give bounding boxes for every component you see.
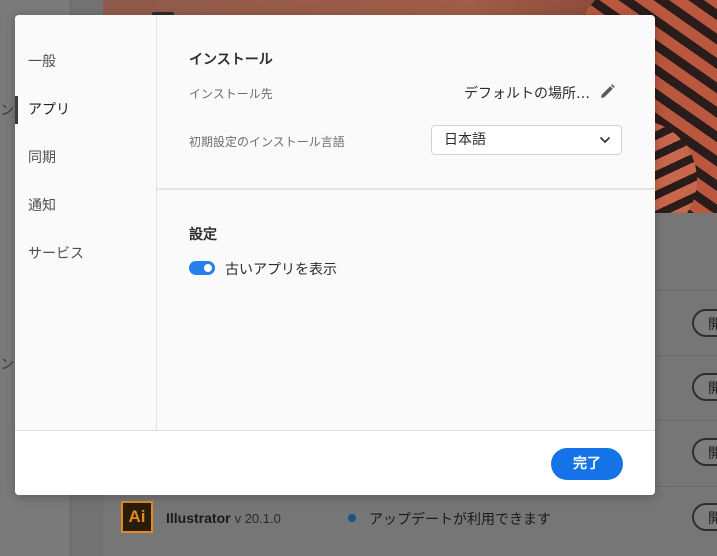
bg-side-text: ン: [0, 103, 14, 119]
bg-open-button: 開: [692, 438, 717, 466]
illustrator-app-icon: Ai: [121, 501, 153, 533]
bg-open-button: 開: [692, 503, 717, 531]
done-button[interactable]: 完了: [551, 448, 623, 480]
install-section-title: インストール: [189, 52, 273, 68]
chevron-down-icon: [599, 136, 611, 144]
dialog-footer: 完了: [15, 430, 655, 495]
install-location-label: インストール先: [189, 87, 273, 101]
sidebar-item-notifications[interactable]: 通知: [15, 189, 156, 223]
settings-section-title: 設定: [189, 227, 217, 243]
bg-app-name-text: Illustrator: [166, 510, 231, 526]
bg-app-status: アップデートが利用できます: [369, 512, 551, 528]
bg-app-name: Illustrator v 20.1.0: [166, 510, 281, 526]
sidebar-item-sync[interactable]: 同期: [15, 141, 156, 175]
update-dot-icon: [348, 514, 356, 522]
bg-open-button: 開: [692, 309, 717, 337]
install-language-label: 初期設定のインストール言語: [189, 135, 345, 149]
section-divider: [157, 188, 655, 190]
bg-side-text: ン: [0, 357, 14, 373]
pencil-icon[interactable]: [598, 83, 616, 101]
install-language-select[interactable]: 日本語: [431, 125, 622, 155]
preferences-sidebar: 一般 アプリ 同期 通知 サービス: [15, 15, 157, 430]
install-location-value: デフォルトの場所…: [464, 86, 590, 102]
show-old-apps-toggle[interactable]: [189, 261, 215, 275]
sidebar-item-general[interactable]: 一般: [15, 45, 156, 79]
bg-open-button: 開: [692, 373, 717, 401]
toggle-knob: [204, 264, 212, 272]
sidebar-item-apps[interactable]: アプリ: [15, 93, 156, 127]
preferences-dialog: 一般 アプリ 同期 通知 サービス インストール インストール先 デフォルトの場…: [15, 15, 655, 495]
show-old-apps-label: 古いアプリを表示: [225, 262, 337, 278]
install-language-value: 日本語: [444, 132, 486, 148]
preferences-content: インストール インストール先 デフォルトの場所… 初期設定のインストール言語 日…: [157, 15, 655, 430]
sidebar-item-services[interactable]: サービス: [15, 237, 156, 271]
bg-app-version: v 20.1.0: [234, 511, 281, 526]
